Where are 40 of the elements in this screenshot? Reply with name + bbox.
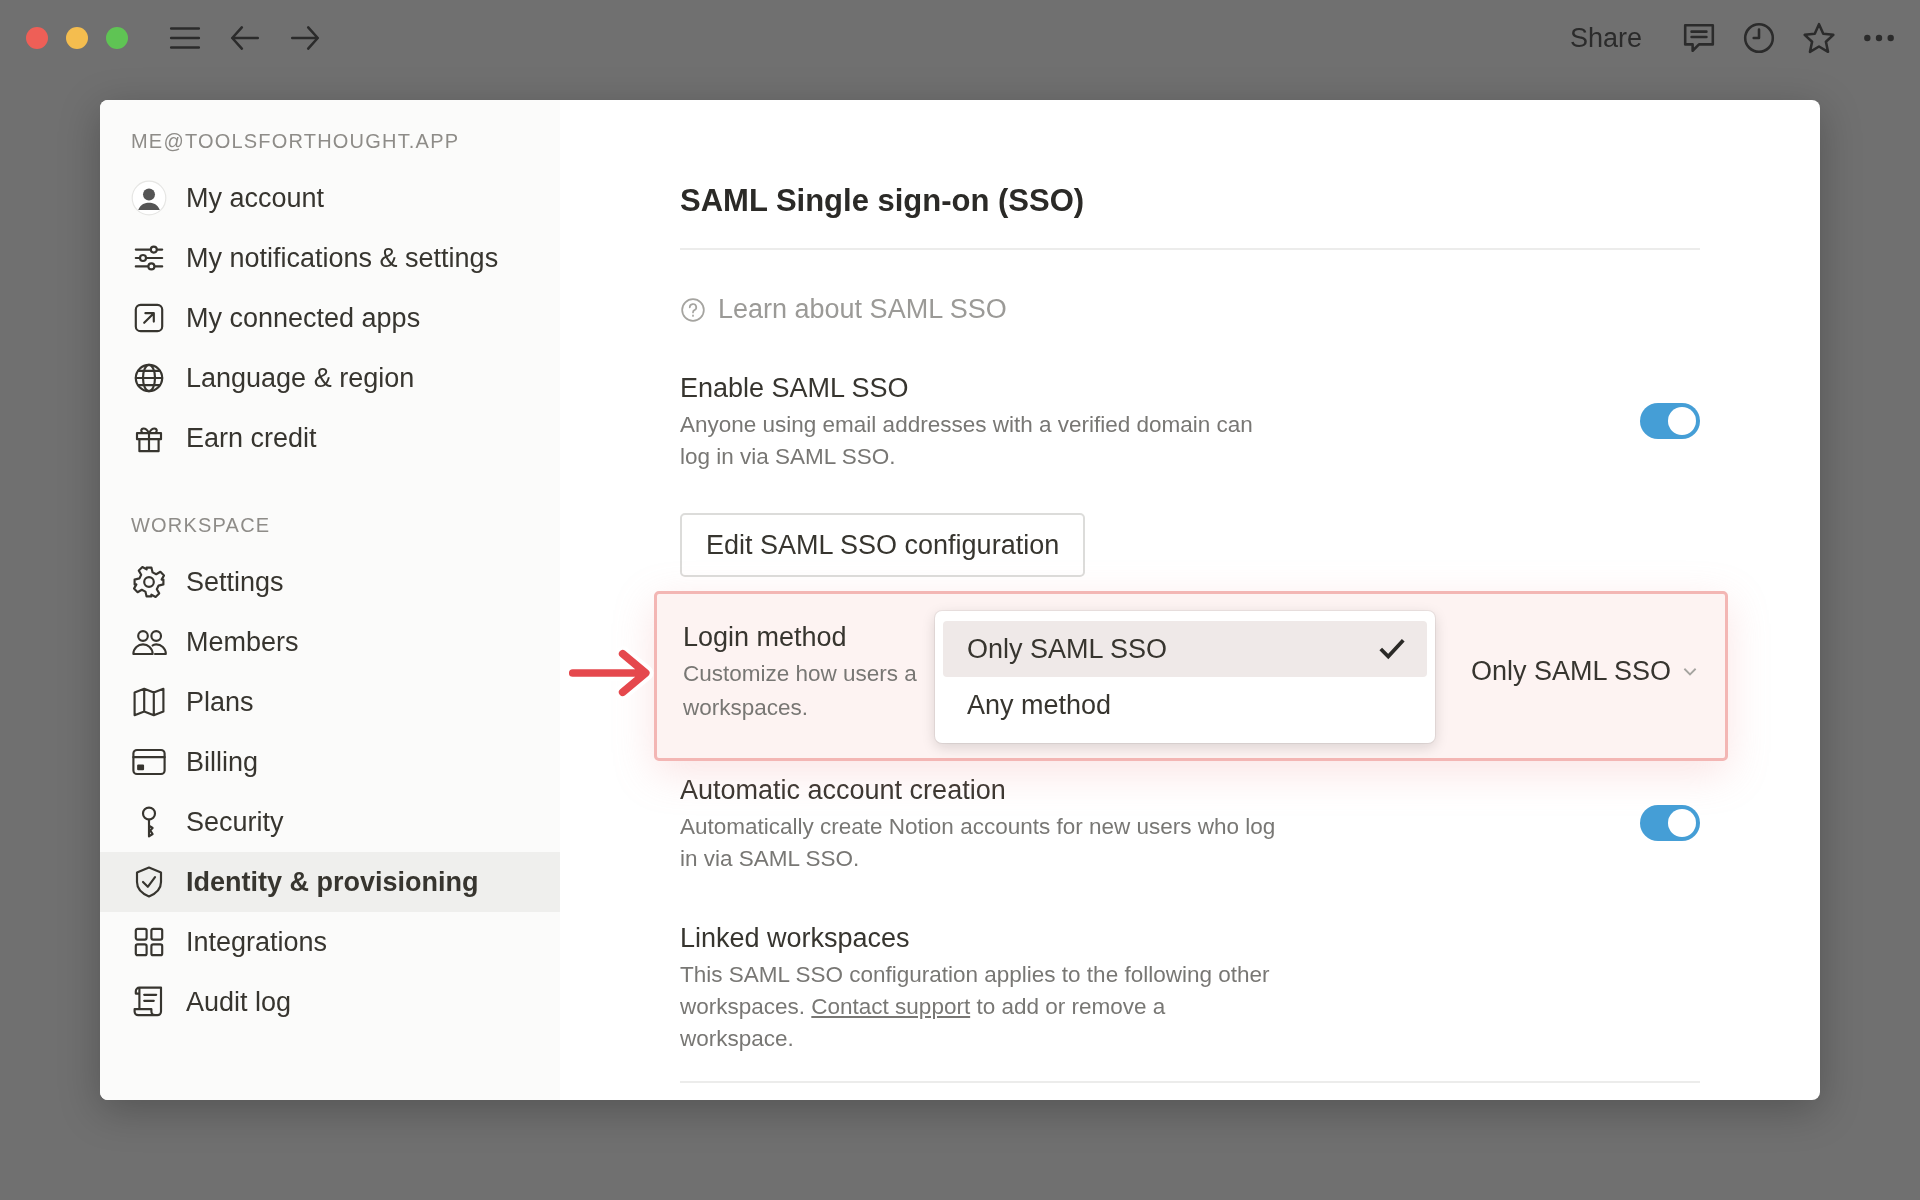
page-title: SAML Single sign-on (SSO): [680, 182, 1086, 220]
toggle-switch[interactable]: [1640, 403, 1700, 439]
setting-title: Login method: [683, 621, 848, 654]
zoom-window-button[interactable]: [106, 27, 128, 49]
setting-title: Enable SAML SSO: [680, 372, 910, 405]
minimize-window-button[interactable]: [66, 27, 88, 49]
sidebar-item[interactable]: Identity & provisioning: [100, 852, 560, 912]
sidebar-item[interactable]: Integrations: [100, 912, 560, 972]
dropdown-option[interactable]: Only SAML SSO: [943, 621, 1427, 677]
gear-icon: [131, 564, 167, 600]
clock-icon[interactable]: [1742, 21, 1776, 55]
avatar-icon: [131, 180, 167, 216]
sidebar-item[interactable]: Plans: [100, 672, 560, 732]
sidebar-item[interactable]: My notifications & settings: [100, 228, 560, 288]
sidebar-item[interactable]: Settings: [100, 552, 560, 612]
setting-description: workspaces.: [683, 694, 810, 722]
help-icon: [680, 296, 706, 323]
contact-support-link[interactable]: Contact support: [811, 994, 971, 1019]
dropdown-option[interactable]: Any method: [943, 677, 1427, 733]
sidebar-item[interactable]: Audit log: [100, 972, 560, 1032]
star-icon[interactable]: [1802, 21, 1836, 55]
comment-icon[interactable]: [1682, 21, 1716, 55]
sidebar-item[interactable]: Earn credit: [100, 408, 560, 468]
setting-description: Customize how users a: [683, 660, 917, 688]
sidebar-item[interactable]: Members: [100, 612, 560, 672]
sidebar-item[interactable]: Billing: [100, 732, 560, 792]
login-method-select[interactable]: Only SAML SSO: [1470, 655, 1699, 687]
toggle-switch[interactable]: [1640, 805, 1700, 841]
section-label: ME@TOOLSFORTHOUGHT.APP: [130, 130, 461, 154]
sidebar-item[interactable]: My account: [100, 168, 560, 228]
edit-configuration-button[interactable]: Edit SAML SSO configuration: [680, 513, 1086, 577]
setting-description: This SAML SSO configuration applies to the following other workspaces. Contact support to add or remove a workspace.: [680, 961, 1271, 1053]
sidebar-item[interactable]: Language & region: [100, 348, 560, 408]
setting-title: Linked workspaces: [680, 922, 911, 955]
setting-description: Anyone using email addresses with a verified domain can log in via SAML SSO.: [680, 411, 1254, 471]
setting-title: Automatic account creation: [680, 774, 1007, 807]
sidebar-item[interactable]: My connected apps: [100, 288, 560, 348]
sidebar-item[interactable]: Security: [100, 792, 560, 852]
section-label: WORKSPACE: [130, 514, 272, 538]
setting-description: Automatically create Notion accounts for new users who log in via SAML SSO.: [680, 813, 1277, 873]
